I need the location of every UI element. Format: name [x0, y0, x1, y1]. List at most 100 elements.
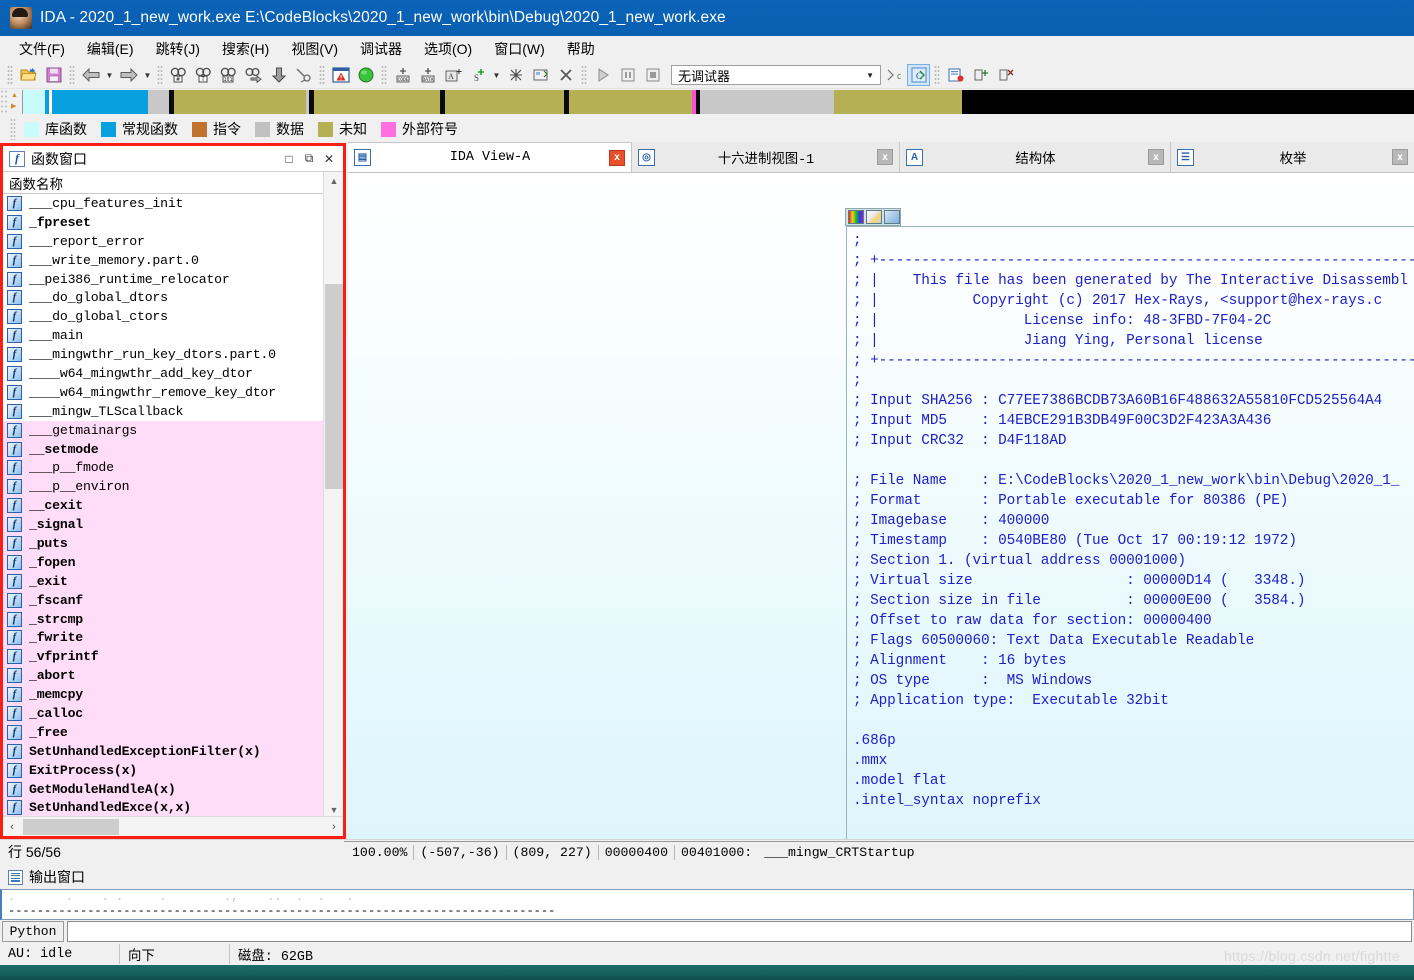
- run-icon[interactable]: [591, 64, 614, 86]
- function-list-row[interactable]: f _fscanf: [3, 590, 323, 610]
- pencil-edit-icon[interactable]: [866, 210, 882, 224]
- unexplored-icon[interactable]: [504, 64, 527, 86]
- python-language-button[interactable]: Python: [2, 921, 64, 942]
- function-list-row[interactable]: f ___main: [3, 326, 323, 345]
- function-list-row[interactable]: f ___write_memory.part.0: [3, 251, 323, 270]
- warning-icon[interactable]: [329, 64, 352, 86]
- toolbar-grip-2[interactable]: [69, 65, 75, 85]
- function-list-row[interactable]: f ____w64_mingwthr_remove_key_dtor: [3, 383, 323, 402]
- make-code-icon[interactable]: CODE: [391, 64, 414, 86]
- toolbar-grip-6[interactable]: [581, 65, 587, 85]
- function-list-row[interactable]: f _abort: [3, 666, 323, 686]
- jump-icon[interactable]: [242, 64, 265, 86]
- open-file-icon[interactable]: [17, 64, 40, 86]
- graph-overview-icon[interactable]: [884, 210, 900, 224]
- nav-segment[interactable]: [961, 90, 1414, 114]
- search-text-icon[interactable]: T: [192, 64, 215, 86]
- ida-view-a-content[interactable]: ; ; +------------------------------------…: [348, 173, 1414, 839]
- nav-segment[interactable]: [51, 90, 149, 114]
- menu-search[interactable]: 搜索(H): [211, 36, 280, 62]
- stop-icon[interactable]: [641, 64, 664, 86]
- scroll-up-icon[interactable]: ▲: [324, 172, 344, 190]
- make-ascii-icon[interactable]: A: [441, 64, 464, 86]
- function-list-row[interactable]: f _fwrite: [3, 628, 323, 648]
- delete-icon[interactable]: [554, 64, 577, 86]
- function-list-row[interactable]: f _fpreset: [3, 213, 323, 232]
- step-over-icon[interactable]: C: [907, 64, 930, 86]
- save-icon[interactable]: [42, 64, 65, 86]
- function-list-row[interactable]: f ___p__environ: [3, 477, 323, 497]
- function-list-row[interactable]: f _signal: [3, 515, 323, 535]
- function-list-row[interactable]: f __cexit: [3, 496, 323, 516]
- search-hex-icon[interactable]: 101: [217, 64, 240, 86]
- disassembly-text[interactable]: ; ; +------------------------------------…: [846, 226, 1414, 839]
- nav-segment[interactable]: [700, 90, 835, 114]
- function-list-row[interactable]: f _calloc: [3, 704, 323, 723]
- nav-segment[interactable]: [314, 90, 440, 114]
- watch-add-icon[interactable]: [969, 64, 992, 86]
- function-list-row[interactable]: f ____w64_mingwthr_add_key_dtor: [3, 364, 323, 383]
- vertical-scroll-thumb[interactable]: [325, 284, 343, 489]
- breakpoints-icon[interactable]: [944, 64, 967, 86]
- color-palette-icon[interactable]: [848, 210, 864, 224]
- navband-grip[interactable]: [0, 89, 8, 115]
- function-list-row[interactable]: f _exit: [3, 571, 323, 591]
- function-list-row[interactable]: f ___getmainargs: [3, 420, 323, 440]
- toolbar-grip[interactable]: [7, 65, 13, 85]
- graph-icon[interactable]: [529, 64, 552, 86]
- close-icon[interactable]: x: [1392, 149, 1408, 165]
- scroll-left-icon[interactable]: ‹: [3, 818, 21, 836]
- nav-segment[interactable]: [174, 90, 307, 114]
- make-data-icon[interactable]: DATA: [416, 64, 439, 86]
- tab-ida-view-a[interactable]: ▤ IDA View-A x: [348, 142, 632, 172]
- forward-arrow-icon[interactable]: [117, 64, 140, 86]
- navigation-strip[interactable]: [22, 90, 1414, 114]
- function-list-row[interactable]: f __setmode: [3, 439, 323, 459]
- functions-column-header[interactable]: 函数名称: [3, 172, 323, 194]
- close-icon[interactable]: x: [609, 149, 625, 166]
- close-button[interactable]: ✕: [319, 150, 339, 168]
- function-list-row[interactable]: f _vfprintf: [3, 647, 323, 667]
- tab-structures[interactable]: A 结构体 x: [900, 142, 1171, 172]
- debugger-select[interactable]: 无调试器 ▼: [671, 65, 881, 85]
- function-list-row[interactable]: f ___mingwthr_run_key_dtors.part.0: [3, 345, 323, 364]
- pause-icon[interactable]: [616, 64, 639, 86]
- function-list-row[interactable]: f SetUnhandledExceptionFilter(x): [3, 741, 323, 761]
- search-hash-icon[interactable]: #: [167, 64, 190, 86]
- function-list-row[interactable]: f ExitProcess(x): [3, 760, 323, 780]
- menu-jump[interactable]: 跳转(J): [145, 36, 211, 62]
- maximize-button[interactable]: □: [279, 150, 299, 168]
- function-list-row[interactable]: f ___cpu_features_init: [3, 194, 323, 213]
- watch-del-icon[interactable]: [994, 64, 1017, 86]
- back-dropdown-icon[interactable]: ▼: [103, 64, 116, 86]
- close-icon[interactable]: x: [1148, 149, 1164, 165]
- function-list-row[interactable]: f ___do_global_ctors: [3, 307, 323, 326]
- scroll-right-icon[interactable]: ›: [325, 818, 343, 836]
- forward-dropdown-icon[interactable]: ▼: [141, 64, 154, 86]
- functions-vertical-scrollbar[interactable]: ▲ ▼: [323, 172, 343, 819]
- menu-view[interactable]: 视图(V): [280, 36, 349, 62]
- toolbar-grip-4[interactable]: [319, 65, 325, 85]
- restore-button[interactable]: ⧉: [299, 150, 319, 168]
- function-list-row[interactable]: f _fopen: [3, 552, 323, 572]
- function-list-row[interactable]: f GetModuleHandleA(x): [3, 779, 323, 799]
- menu-options[interactable]: 选项(O): [413, 36, 483, 62]
- function-list-row[interactable]: f ___mingw_TLScallback: [3, 402, 323, 421]
- tab-enums[interactable]: ☰ 枚举 x: [1171, 142, 1414, 172]
- green-circle-icon[interactable]: [354, 64, 377, 86]
- toolbar-grip-5[interactable]: [381, 65, 387, 85]
- function-list-row[interactable]: f _free: [3, 722, 323, 742]
- function-list-row[interactable]: f SetUnhandledExce(x,x): [3, 798, 323, 818]
- functions-list[interactable]: f ___cpu_features_init f _fpreset f ___report…: [3, 194, 323, 819]
- nav-segment[interactable]: [568, 90, 693, 114]
- make-struct-icon[interactable]: S: [466, 64, 489, 86]
- toolbar-grip-7[interactable]: [934, 65, 940, 85]
- step-into-icon[interactable]: C: [882, 64, 905, 86]
- menu-window[interactable]: 窗口(W): [483, 36, 556, 62]
- script-command-input[interactable]: [67, 921, 1412, 942]
- output-window-content[interactable]: . . . . . ., .. . . . ------------------…: [0, 889, 1414, 920]
- struct-dropdown-icon[interactable]: ▼: [490, 64, 503, 86]
- function-list-row[interactable]: f _memcpy: [3, 685, 323, 705]
- function-list-row[interactable]: f ___report_error: [3, 232, 323, 251]
- nav-segment[interactable]: [444, 90, 564, 114]
